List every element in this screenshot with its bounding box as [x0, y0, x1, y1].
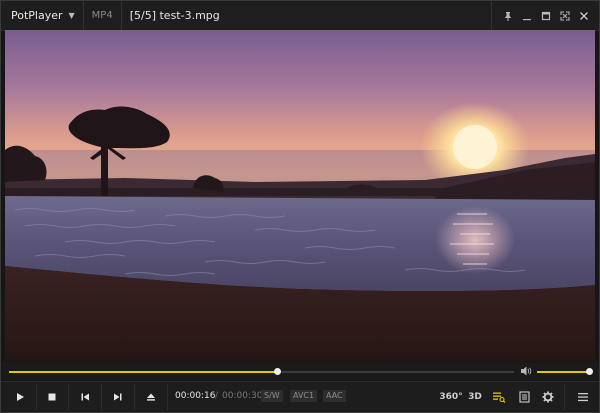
decoder-badge[interactable]: S/W — [261, 390, 283, 402]
vr-360-label: 360° — [439, 392, 463, 402]
format-label: MP4 — [84, 1, 122, 31]
fullscreen-icon[interactable] — [555, 1, 574, 31]
volume-slider[interactable] — [537, 368, 593, 375]
control-bar: 00:00:16 / 00:00:30 S/W AVC1 AAC 360° 3D — [1, 381, 599, 412]
app-name: PotPlayer — [11, 9, 63, 22]
hamburger-icon — [578, 393, 588, 402]
stop-icon — [48, 393, 56, 401]
settings-button[interactable] — [536, 382, 560, 412]
divider — [564, 384, 565, 410]
vr-360-button[interactable]: 360° — [439, 382, 463, 412]
play-icon — [17, 393, 24, 401]
playlist-button[interactable] — [487, 382, 511, 412]
previous-button[interactable] — [70, 382, 100, 412]
previous-icon — [81, 393, 89, 401]
maximize-icon[interactable] — [536, 1, 555, 31]
divider — [68, 384, 69, 410]
eject-button[interactable] — [136, 382, 166, 412]
video-frame-image — [5, 30, 595, 361]
title-bar: PotPlayer ▼ MP4 [5/5] test-3.mpg — [1, 1, 599, 31]
gear-icon — [542, 391, 554, 403]
eject-icon — [147, 393, 155, 401]
close-icon[interactable] — [574, 1, 593, 31]
next-button[interactable] — [103, 382, 133, 412]
seek-bar-progress — [9, 371, 277, 373]
divider — [101, 384, 102, 410]
volume-icon[interactable] — [520, 365, 532, 377]
chapters-button[interactable] — [512, 382, 536, 412]
title-divider — [491, 1, 492, 31]
file-title: [5/5] test-3.mpg — [129, 9, 220, 22]
seek-bar-row — [1, 362, 599, 380]
pin-icon[interactable] — [498, 1, 517, 31]
potplayer-window: PotPlayer ▼ MP4 [5/5] test-3.mpg 00:00:1… — [0, 0, 600, 413]
video-viewport[interactable] — [5, 30, 595, 361]
next-icon — [114, 393, 122, 401]
minimize-icon[interactable] — [517, 1, 536, 31]
play-button[interactable] — [5, 382, 35, 412]
chapters-icon — [518, 391, 530, 403]
total-time[interactable]: 00:00:30 — [222, 391, 262, 401]
divider — [167, 384, 168, 410]
app-menu-button[interactable]: PotPlayer ▼ — [1, 1, 84, 31]
chevron-down-icon: ▼ — [68, 11, 75, 20]
seek-bar-handle[interactable] — [273, 368, 281, 375]
audio-codec-badge[interactable]: AAC — [323, 390, 346, 402]
stereo-3d-button[interactable]: 3D — [463, 382, 487, 412]
video-codec-badge[interactable]: AVC1 — [290, 390, 318, 402]
playlist-icon — [493, 392, 506, 403]
divider — [134, 384, 135, 410]
main-menu-button[interactable] — [571, 382, 595, 412]
stereo-3d-label: 3D — [468, 392, 482, 402]
stop-button[interactable] — [37, 382, 67, 412]
seek-bar[interactable] — [9, 368, 514, 375]
window-controls — [491, 1, 593, 31]
time-separator: / — [215, 391, 219, 401]
volume-slider-level — [537, 371, 589, 373]
volume-slider-handle[interactable] — [586, 368, 593, 375]
current-time[interactable]: 00:00:16 — [175, 391, 215, 401]
